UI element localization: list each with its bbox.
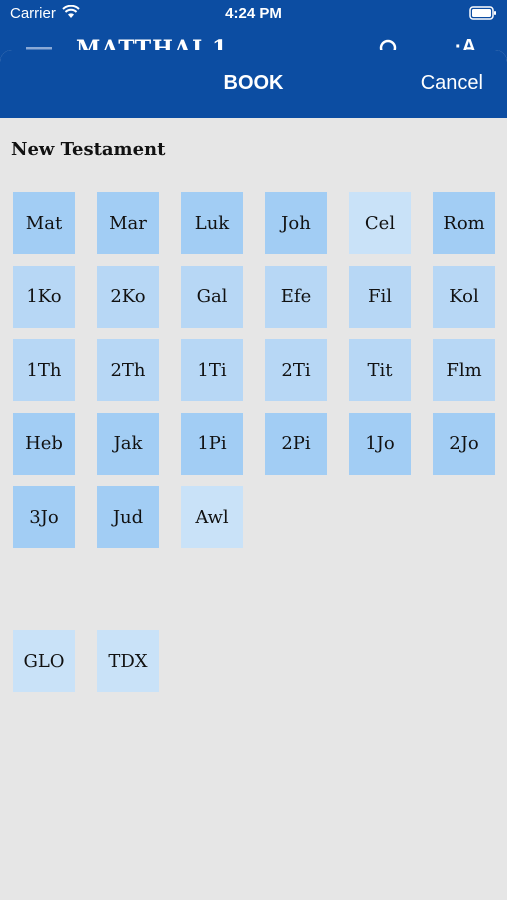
book-tile-tit[interactable]: Tit <box>349 339 411 401</box>
book-tile-2ti[interactable]: 2Ti <box>265 339 327 401</box>
book-picker-sheet: BOOK Cancel New Testament Mat Mar Luk Joh Ce… <box>0 50 507 900</box>
book-tile-1ko[interactable]: 1Ko <box>13 265 75 328</box>
book-tile-gal[interactable]: Gal <box>181 265 243 328</box>
book-tile-rom[interactable]: Rom <box>433 192 495 254</box>
book-tile-fil[interactable]: Fil <box>349 265 411 328</box>
book-tile-jak[interactable]: Jak <box>97 412 159 475</box>
book-tile-luk[interactable]: Luk <box>181 192 243 254</box>
book-tile-mar[interactable]: Mar <box>97 192 159 254</box>
book-tile-2jo[interactable]: 2Jo <box>433 412 495 475</box>
book-tile-1th[interactable]: 1Th <box>13 339 75 401</box>
battery-icon <box>469 6 497 24</box>
book-tile-mat[interactable]: Mat <box>13 192 75 254</box>
book-tile-tdx[interactable]: TDX <box>97 630 159 692</box>
book-tile-1ti[interactable]: 1Ti <box>181 339 243 401</box>
book-tile-jud[interactable]: Jud <box>97 486 159 548</box>
book-tile-efe[interactable]: Efe <box>265 265 327 328</box>
book-tile-joh[interactable]: Joh <box>265 192 327 254</box>
book-tile-1jo[interactable]: 1Jo <box>349 412 411 475</box>
book-tile-2th[interactable]: 2Th <box>97 339 159 401</box>
nav-bar: BOOK Cancel <box>0 50 507 118</box>
section-title: New Testament <box>11 139 166 160</box>
status-time: 4:24 PM <box>225 5 282 22</box>
book-tile-awl[interactable]: Awl <box>181 486 243 548</box>
book-tile-2ko[interactable]: 2Ko <box>97 265 159 328</box>
cancel-button[interactable]: Cancel <box>421 72 483 95</box>
book-tile-glo[interactable]: GLO <box>13 630 75 692</box>
book-tile-1pi[interactable]: 1Pi <box>181 412 243 475</box>
book-tile-heb[interactable]: Heb <box>13 412 75 475</box>
book-tile-3jo[interactable]: 3Jo <box>13 486 75 548</box>
book-tile-flm[interactable]: Flm <box>433 339 495 401</box>
status-bar: Carrier 4:24 PM <box>0 0 507 30</box>
book-tile-cel[interactable]: Cel <box>349 192 411 254</box>
book-tile-kol[interactable]: Kol <box>433 265 495 328</box>
book-tile-2pi[interactable]: 2Pi <box>265 412 327 475</box>
